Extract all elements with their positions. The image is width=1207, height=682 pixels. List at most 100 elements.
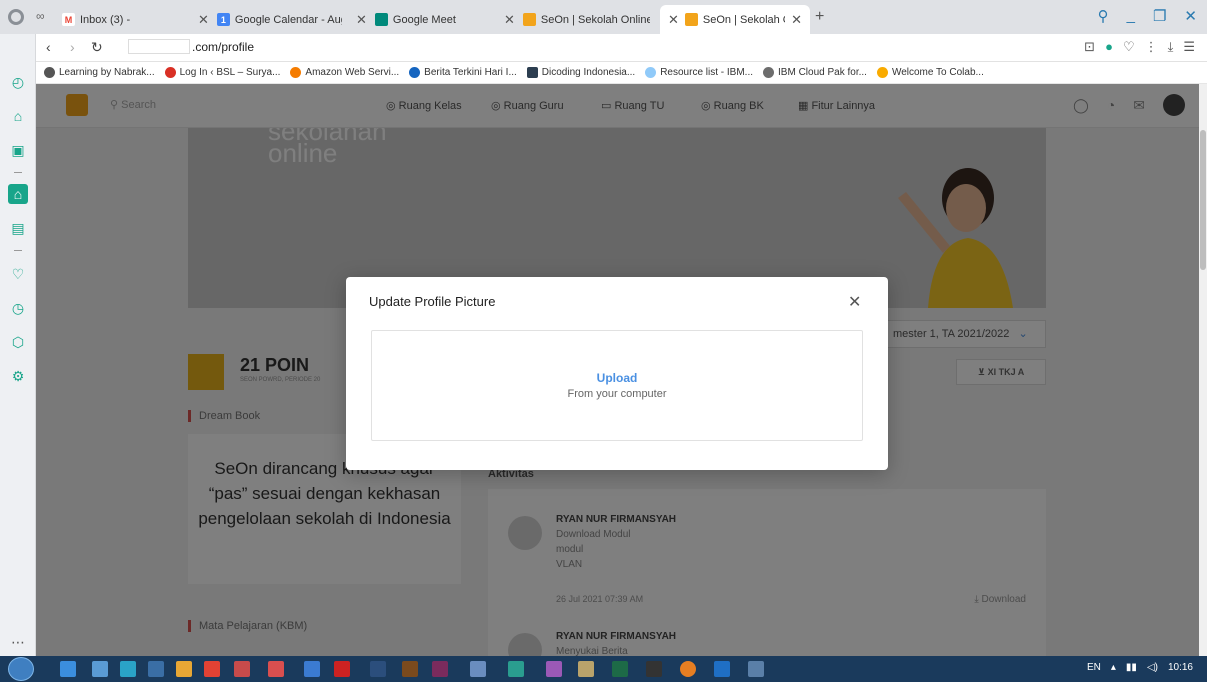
gmail-icon: M [62, 13, 75, 26]
opera-logo-icon[interactable] [8, 9, 24, 25]
bookmark-item[interactable]: Resource list - IBM... [645, 67, 753, 78]
bookmark-icon [164, 67, 176, 78]
extension-icon[interactable]: ⬡ [8, 332, 28, 352]
bookmark-item[interactable]: IBM Cloud Pak for... [763, 67, 867, 78]
bookmark-icon [763, 67, 775, 78]
heart-icon[interactable]: ♡ [1123, 39, 1135, 55]
home-icon[interactable]: ⌂ [8, 106, 28, 126]
tab-calendar[interactable]: ✕ 1 Google Calendar - August [190, 5, 350, 34]
bookmark-item[interactable]: Welcome To Colab... [876, 67, 984, 78]
bookmark-icon [409, 67, 421, 78]
sidebar-divider [14, 172, 22, 173]
page-scrollbar[interactable] [1199, 84, 1207, 656]
clock[interactable]: 10:16 [1168, 662, 1193, 673]
tab-seon-1[interactable]: ✕ SeOn | Sekolah Online [496, 5, 658, 34]
network-icon[interactable]: ▮▮ [1126, 662, 1137, 673]
upload-subtitle: From your computer [567, 388, 667, 400]
seon-icon [684, 13, 698, 26]
terminal-icon[interactable] [646, 661, 662, 677]
chrome-icon[interactable] [176, 661, 192, 677]
address-bar-actions: ⊡ ● ♡ ⋮ ⤓ ☰ [1084, 39, 1195, 55]
scrollbar-thumb[interactable] [1200, 130, 1206, 270]
language-indicator[interactable]: EN [1087, 662, 1101, 673]
close-tab-icon[interactable]: ✕ [668, 12, 679, 28]
notepad-icon[interactable] [578, 661, 594, 677]
meet-icon [374, 13, 388, 26]
upload-button[interactable]: Upload [372, 371, 862, 385]
more-icon[interactable]: ⋯ [8, 632, 28, 652]
bookmark-item[interactable]: Amazon Web Servi... [290, 67, 399, 78]
close-tab-icon[interactable]: ✕ [791, 12, 802, 28]
illustrator-icon[interactable] [402, 661, 418, 677]
start-button[interactable] [8, 657, 34, 681]
app-icon[interactable] [120, 661, 136, 677]
file-explorer-icon[interactable] [92, 661, 108, 677]
menu-dots-icon[interactable]: ⋮ [1145, 39, 1158, 55]
url-redacted [128, 39, 190, 54]
bookmark-item[interactable]: Dicoding Indonesia... [526, 67, 635, 78]
workspace-icon[interactable]: ∞ [36, 9, 45, 23]
photoshop-icon[interactable] [370, 661, 386, 677]
close-tab-icon[interactable]: ✕ [356, 12, 367, 28]
heart-icon[interactable]: ♡ [8, 264, 28, 284]
bookmark-icon [290, 67, 302, 78]
workspace-icon[interactable]: ⌂ [8, 184, 28, 204]
upload-dropzone[interactable]: Upload From your computer [371, 330, 863, 441]
speed-dial-icon[interactable]: ◴ [8, 72, 28, 92]
history-icon[interactable]: ◷ [8, 298, 28, 318]
minimize-icon[interactable]: _ [1127, 7, 1135, 25]
bookmark-item[interactable]: Log In ‹ BSL – Surya... [164, 67, 280, 78]
browser-sidebar: ◴ ⌂ ▣ ⌂ ▤ ♡ ◷ ⬡ ⚙ ⋯ [0, 34, 36, 656]
download-icon[interactable]: ⤓ [1168, 39, 1174, 55]
search-tabs-icon[interactable]: ⚲ [1098, 7, 1109, 25]
opera-icon[interactable] [234, 661, 250, 677]
app-icon[interactable] [470, 661, 486, 677]
reload-icon[interactable]: ↻ [91, 39, 103, 56]
shield-icon[interactable]: ● [1105, 39, 1113, 55]
tab-seon-active[interactable]: ✕ SeOn | Sekolah Online ✕ [660, 5, 810, 34]
url-input[interactable]: .com/profile [128, 37, 748, 58]
browser-tabstrip: ∞ M Inbox (3) - ✕ 1 Google Calendar - Au… [0, 0, 1207, 34]
restore-icon[interactable]: ❐ [1153, 7, 1166, 25]
settings-icon[interactable]: ⚙ [8, 366, 28, 386]
tab-gmail[interactable]: M Inbox (3) - [54, 5, 204, 34]
bookmark-item[interactable]: Learning by Nabrak... [44, 67, 155, 78]
snapshot-icon[interactable]: ⊡ [1084, 39, 1095, 55]
vscode-icon[interactable] [714, 661, 730, 677]
app-icon[interactable] [268, 661, 284, 677]
indesign-icon[interactable] [432, 661, 448, 677]
twitch-icon[interactable]: ▣ [8, 140, 28, 160]
easy-setup-icon[interactable]: ☰ [1183, 39, 1195, 55]
app-icon[interactable] [148, 661, 164, 677]
forward-icon[interactable]: › [70, 39, 75, 55]
ie-icon[interactable] [60, 661, 76, 677]
address-bar: ‹ › ↻ .com/profile ⊡ ● ♡ ⋮ ⤓ ☰ [36, 34, 1207, 62]
close-tab-icon[interactable]: ✕ [504, 12, 515, 28]
calendar-icon: 1 [216, 13, 230, 26]
bookmark-icon [44, 67, 55, 78]
system-tray: EN ▴ ▮▮ ◁) 10:16 [1087, 662, 1193, 673]
seon-icon [522, 13, 536, 26]
firefox-icon[interactable] [304, 661, 320, 677]
tray-arrow-icon[interactable]: ▴ [1111, 662, 1116, 673]
tab-meet[interactable]: ✕ Google Meet [348, 5, 510, 34]
back-icon[interactable]: ‹ [46, 39, 51, 55]
app-icon[interactable] [680, 661, 696, 677]
pycharm-icon[interactable] [612, 661, 628, 677]
acrobat-icon[interactable] [334, 661, 350, 677]
messenger-icon[interactable]: ▤ [8, 218, 28, 238]
windows-taskbar: EN ▴ ▮▮ ◁) 10:16 [0, 656, 1207, 682]
new-tab-button[interactable]: + [815, 8, 824, 26]
app-icon[interactable] [546, 661, 562, 677]
close-icon[interactable]: ✕ [848, 292, 861, 312]
bookmark-item[interactable]: Berita Terkini Hari I... [409, 67, 517, 78]
sidebar-divider [14, 250, 22, 251]
app-icon[interactable] [748, 661, 764, 677]
opera-icon[interactable] [204, 661, 220, 677]
close-tab-icon[interactable]: ✕ [198, 12, 209, 28]
app-icon[interactable] [508, 661, 524, 677]
volume-icon[interactable]: ◁) [1147, 662, 1158, 673]
bookmark-icon [526, 67, 538, 78]
close-window-icon[interactable]: ✕ [1184, 7, 1197, 25]
window-controls: ⚲ _ ❐ ✕ [1098, 7, 1197, 25]
